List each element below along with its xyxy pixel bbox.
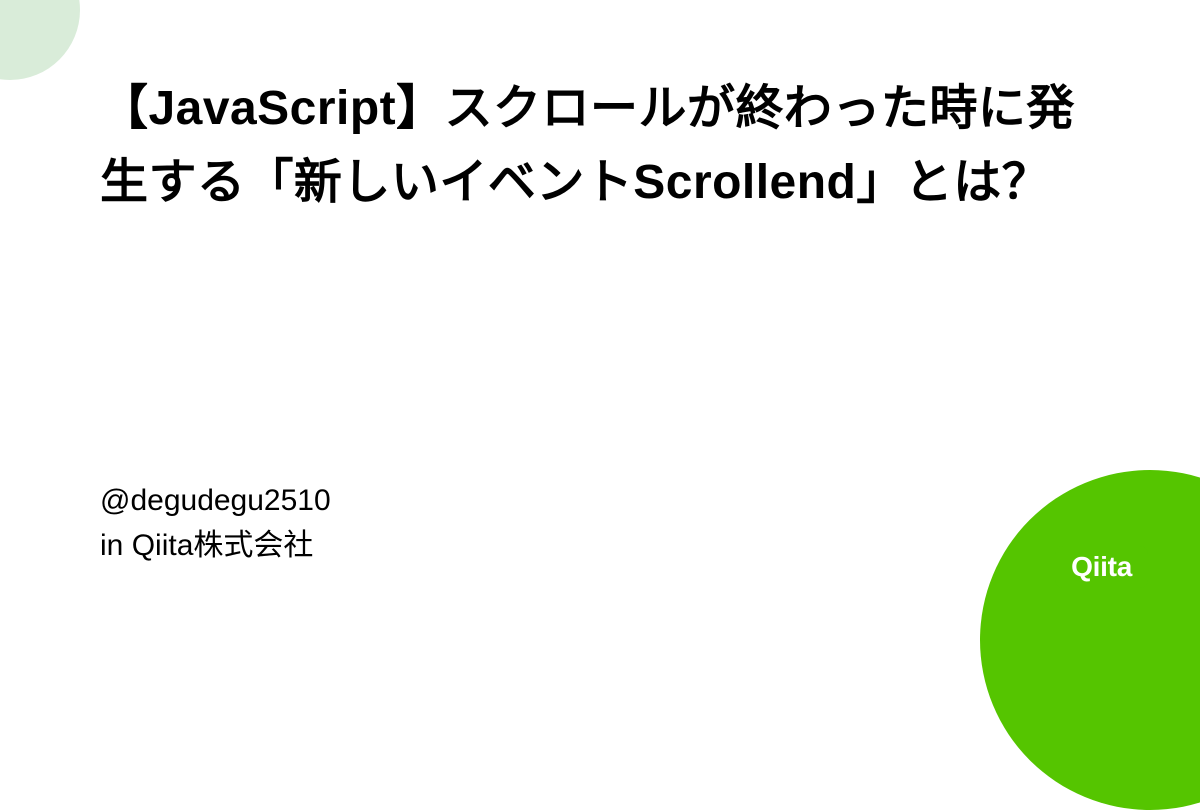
article-content: 【JavaScript】スクロールが終わった時に発生する「新しいイベントScro… [100,72,1100,221]
author-meta: @degudegu2510 in Qiita株式会社 [100,478,331,568]
decoration-circle-accent [980,470,1200,810]
qiita-logo: Qiita [1055,546,1148,588]
decoration-circle-light [0,0,80,80]
author-handle: @degudegu2510 [100,478,331,523]
article-title: 【JavaScript】スクロールが終わった時に発生する「新しいイベントScro… [100,72,1100,221]
author-organization: in Qiita株式会社 [100,523,331,568]
